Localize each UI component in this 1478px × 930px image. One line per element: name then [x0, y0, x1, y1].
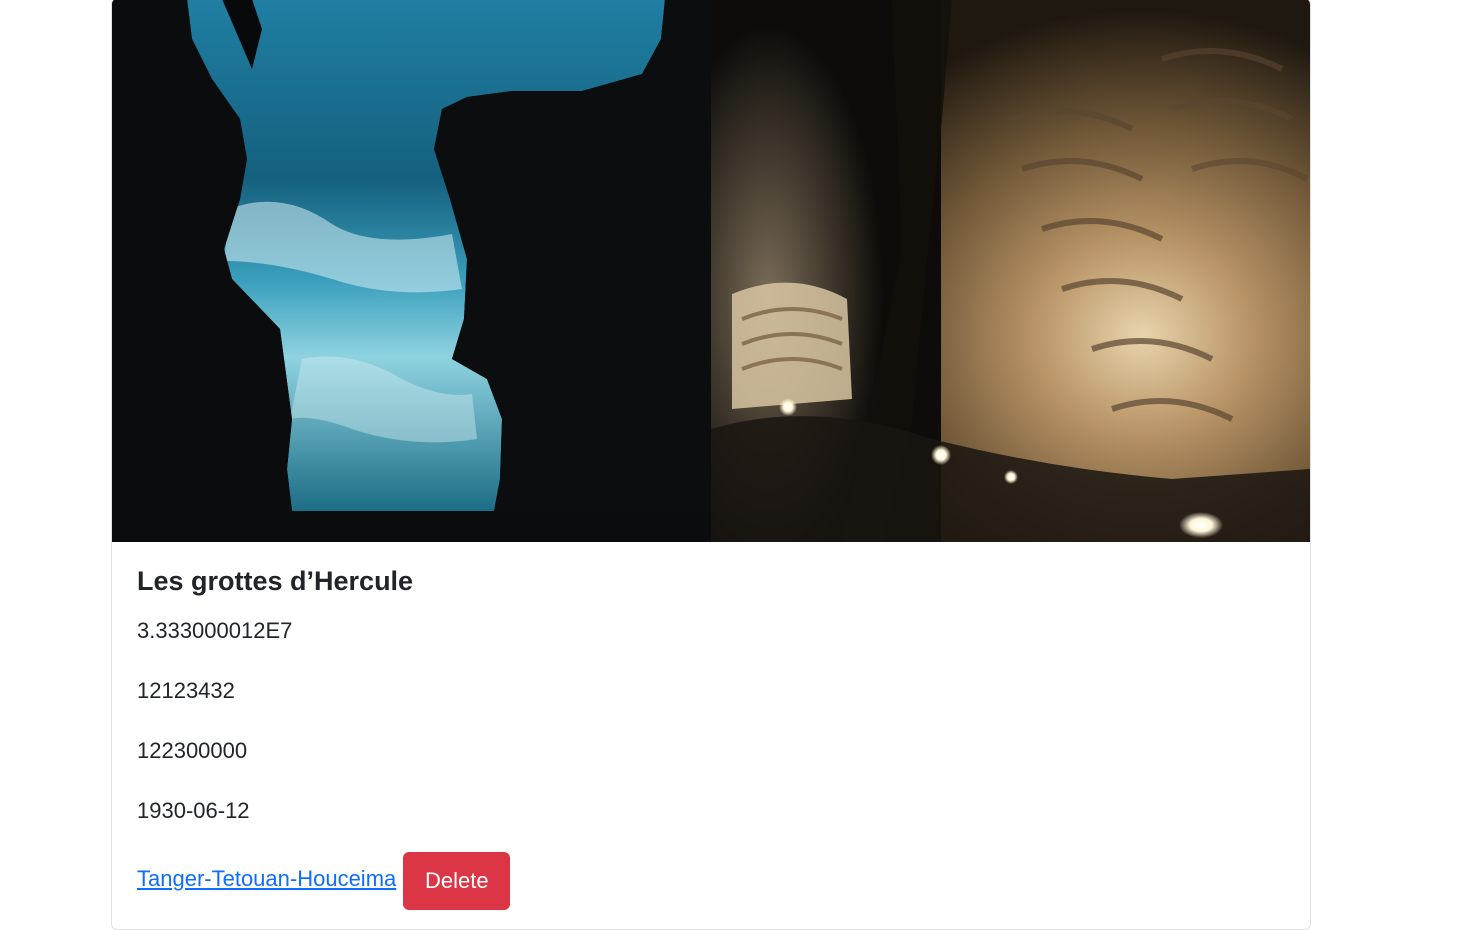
- site-photo: [112, 0, 1310, 542]
- card-body: Les grottes d’Hercule 3.333000012E7 1212…: [137, 565, 1287, 910]
- card-actions: Tanger-Tetouan-Houceima Delete: [137, 852, 511, 910]
- site-value-3: 122300000: [137, 738, 248, 763]
- site-title: Les grottes d’Hercule: [137, 566, 414, 596]
- region-link[interactable]: Tanger-Tetouan-Houceima: [137, 864, 396, 894]
- site-card: Les grottes d’Hercule 3.333000012E7 1212…: [111, 0, 1311, 930]
- delete-button[interactable]: Delete: [403, 852, 511, 910]
- site-value-2: 12123432: [137, 678, 235, 703]
- site-value-1: 3.333000012E7: [137, 618, 293, 643]
- site-date: 1930-06-12: [137, 798, 250, 823]
